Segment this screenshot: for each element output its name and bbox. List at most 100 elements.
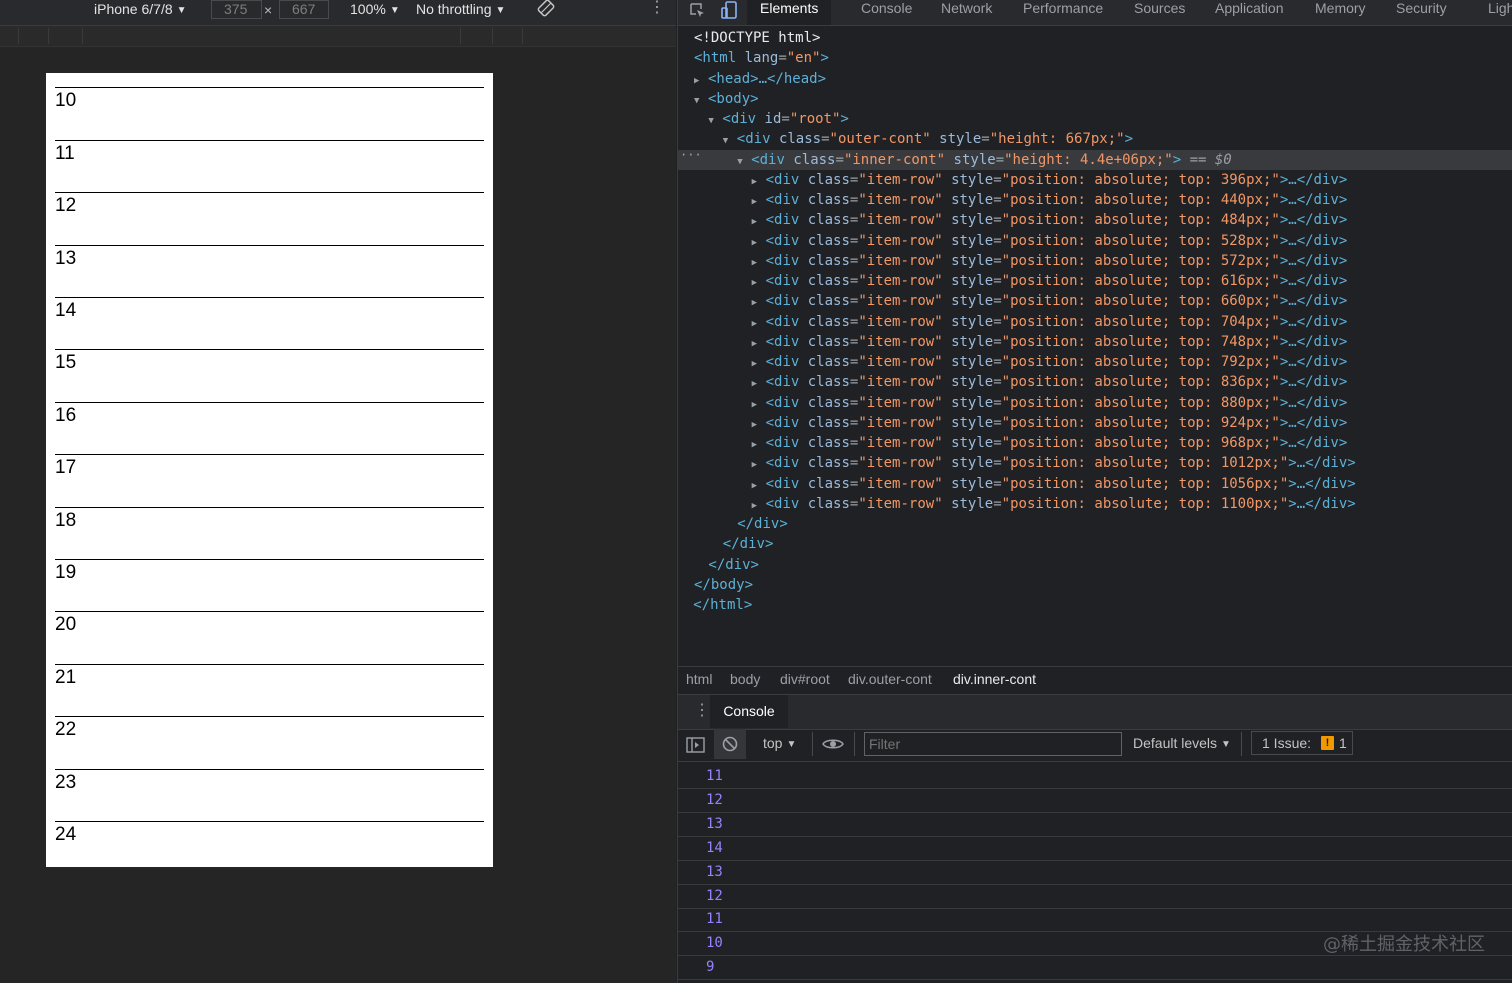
tag-div: <div — [736, 131, 771, 148]
tab-application[interactable]: Application — [1215, 0, 1284, 25]
tree-node-outer-cont[interactable]: ▼ <div class="outer-cont" style="height: … — [723, 129, 1133, 149]
chevron-down-icon: ▼ — [389, 5, 400, 16]
expand-triangle-icon[interactable]: ▶ — [752, 435, 766, 455]
more-options-icon[interactable]: ⋮ — [649, 0, 665, 24]
attr-value-suffix: ;" — [1271, 495, 1289, 512]
expand-triangle-icon[interactable]: ▶ — [752, 314, 766, 334]
tree-node-item-row[interactable]: ▶ <div class="item-row" style="position: … — [752, 210, 1348, 230]
tab-memory[interactable]: Memory — [1315, 0, 1366, 25]
drawer-tabbar: ⋮ Console — [678, 694, 1512, 730]
log-levels-select[interactable]: Default levels ▼ — [1133, 735, 1231, 751]
expand-triangle-icon[interactable]: ▶ — [752, 253, 766, 273]
tree-node-item-row[interactable]: ▶ <div class="item-row" style="position: … — [752, 312, 1348, 332]
device-toggle-icon[interactable] — [720, 0, 740, 20]
expand-triangle-icon[interactable]: ▶ — [752, 293, 766, 313]
drawer-tab-console[interactable]: Console — [710, 695, 788, 728]
expand-triangle-icon[interactable]: ▶ — [752, 395, 766, 415]
tab-performance[interactable]: Performance — [1023, 0, 1103, 25]
attr-value-suffix: ;" — [1262, 252, 1280, 269]
console-message: 12 — [678, 789, 1512, 813]
expand-triangle-icon[interactable]: ▶ — [752, 455, 766, 475]
tree-node-inner-cont[interactable]: ▼ <div class="inner-cont" style="height: … — [737, 150, 1232, 170]
tab-security[interactable]: Security — [1396, 0, 1447, 25]
height-input[interactable]: 667 — [279, 0, 329, 19]
tree-node-item-row[interactable]: ▶ <div class="item-row" style="position: … — [752, 332, 1348, 352]
tree-node-html[interactable]: <html lang="en"> — [694, 48, 829, 68]
inspect-element-icon[interactable] — [688, 1, 706, 21]
tree-node-item-row[interactable]: ▶ <div class="item-row" style="position: … — [752, 474, 1356, 494]
collapse-triangle-icon[interactable]: ▼ — [737, 152, 751, 172]
expand-triangle-icon[interactable]: ▶ — [694, 71, 708, 91]
breadcrumb-item[interactable]: div.inner-cont — [953, 671, 1036, 687]
collapse-triangle-icon[interactable]: ▼ — [708, 111, 722, 131]
tree-node-item-row[interactable]: ▶ <div class="item-row" style="position: … — [752, 231, 1348, 251]
tab-sources[interactable]: Sources — [1134, 0, 1185, 25]
tree-node-item-row[interactable]: ▶ <div class="item-row" style="position: … — [752, 251, 1348, 271]
tree-node-root[interactable]: ▼ <div id="root"> — [708, 109, 848, 129]
tab-network[interactable]: Network — [941, 0, 992, 25]
expand-triangle-icon[interactable]: ▶ — [752, 273, 766, 293]
tree-node-close[interactable]: </body> — [694, 575, 753, 595]
console-message: 11 — [678, 765, 1512, 789]
tree-node-item-row[interactable]: ▶ <div class="item-row" style="position: … — [752, 393, 1348, 413]
tree-node-close[interactable]: </html> — [693, 595, 752, 615]
tree-node-doctype[interactable]: <!DOCTYPE html> — [694, 28, 820, 48]
tree-node-head[interactable]: ▶ <head>…</head> — [694, 69, 826, 89]
expand-triangle-icon[interactable]: ▶ — [752, 192, 766, 212]
device-select[interactable]: iPhone 6/7/8 ▼ — [94, 0, 187, 25]
tree-node-item-row[interactable]: ▶ <div class="item-row" style="position: … — [752, 271, 1348, 291]
tree-node-close[interactable]: </div> — [737, 514, 788, 534]
expand-triangle-icon[interactable]: ▶ — [752, 233, 766, 253]
collapse-triangle-icon[interactable]: ▼ — [723, 131, 737, 151]
console-message: 11 — [678, 908, 1512, 933]
eye-icon[interactable] — [822, 737, 844, 754]
breadcrumb-item[interactable]: body — [730, 671, 760, 687]
filter-input[interactable] — [864, 732, 1122, 756]
tree-node-item-row[interactable]: ▶ <div class="item-row" style="position: … — [752, 372, 1348, 392]
attr-value-prefix: "position: absolute; top: — [1001, 435, 1221, 451]
breadcrumb-item[interactable]: div#root — [780, 671, 830, 687]
expand-triangle-icon[interactable]: ▶ — [752, 172, 766, 192]
expand-triangle-icon[interactable]: ▶ — [752, 212, 766, 232]
node-actions-icon[interactable]: ··· — [680, 148, 702, 162]
tree-node-item-row[interactable]: ▶ <div class="item-row" style="position: … — [752, 291, 1348, 311]
tree-node-item-row[interactable]: ▶ <div class="item-row" style="position: … — [752, 494, 1356, 514]
tree-node-item-row[interactable]: ▶ <div class="item-row" style="position: … — [752, 190, 1348, 210]
issues-button[interactable]: 1 Issue: ! 1 — [1251, 731, 1353, 755]
throttling-select[interactable]: No throttling ▼ — [416, 0, 505, 25]
tree-node-close[interactable]: </div> — [708, 555, 759, 575]
rotate-icon[interactable] — [537, 0, 555, 24]
expand-triangle-icon[interactable]: ▶ — [752, 496, 766, 516]
tree-node-item-row[interactable]: ▶ <div class="item-row" style="position: … — [752, 453, 1356, 473]
tag-close-html: </html> — [693, 597, 753, 613]
list-item: 24 — [55, 822, 484, 867]
tree-node-body[interactable]: ▼ <body> — [694, 89, 759, 109]
tree-node-item-row[interactable]: ▶ <div class="item-row" style="position: … — [752, 170, 1348, 190]
expand-triangle-icon[interactable]: ▶ — [752, 476, 766, 496]
width-input[interactable]: 375 — [211, 0, 262, 19]
collapse-triangle-icon[interactable]: ▼ — [694, 91, 708, 111]
zoom-select[interactable]: 100% ▼ — [350, 0, 400, 25]
tree-node-item-row[interactable]: ▶ <div class="item-row" style="position: … — [752, 433, 1348, 453]
drawer-menu-icon[interactable]: ⋮ — [694, 700, 710, 720]
tab-console[interactable]: Console — [861, 0, 912, 25]
tag-div: <div — [765, 171, 800, 188]
toolbar-divider — [1241, 732, 1242, 756]
tree-node-item-row[interactable]: ▶ <div class="item-row" style="position: … — [752, 413, 1348, 433]
tree-node-close[interactable]: </div> — [723, 534, 774, 554]
expand-triangle-icon[interactable]: ▶ — [752, 334, 766, 354]
clear-console-button[interactable] — [714, 729, 746, 759]
tree-node-item-row[interactable]: ▶ <div class="item-row" style="position: … — [752, 352, 1348, 372]
expand-triangle-icon[interactable]: ▶ — [752, 415, 766, 435]
tab-ligh[interactable]: Ligh — [1488, 0, 1512, 25]
breadcrumb-item[interactable]: div.outer-cont — [848, 671, 932, 687]
expand-triangle-icon[interactable]: ▶ — [752, 354, 766, 374]
attr-value-top: 528px — [1220, 232, 1263, 249]
sidebar-toggle-icon[interactable] — [686, 736, 706, 757]
breadcrumb-item[interactable]: html — [686, 671, 712, 687]
context-select[interactable]: top ▼ — [763, 735, 796, 751]
expand-triangle-icon[interactable]: ▶ — [752, 374, 766, 394]
tab-elements[interactable]: Elements — [747, 0, 832, 25]
list-item-number: 21 — [55, 666, 77, 688]
attr-name: class — [807, 232, 850, 249]
